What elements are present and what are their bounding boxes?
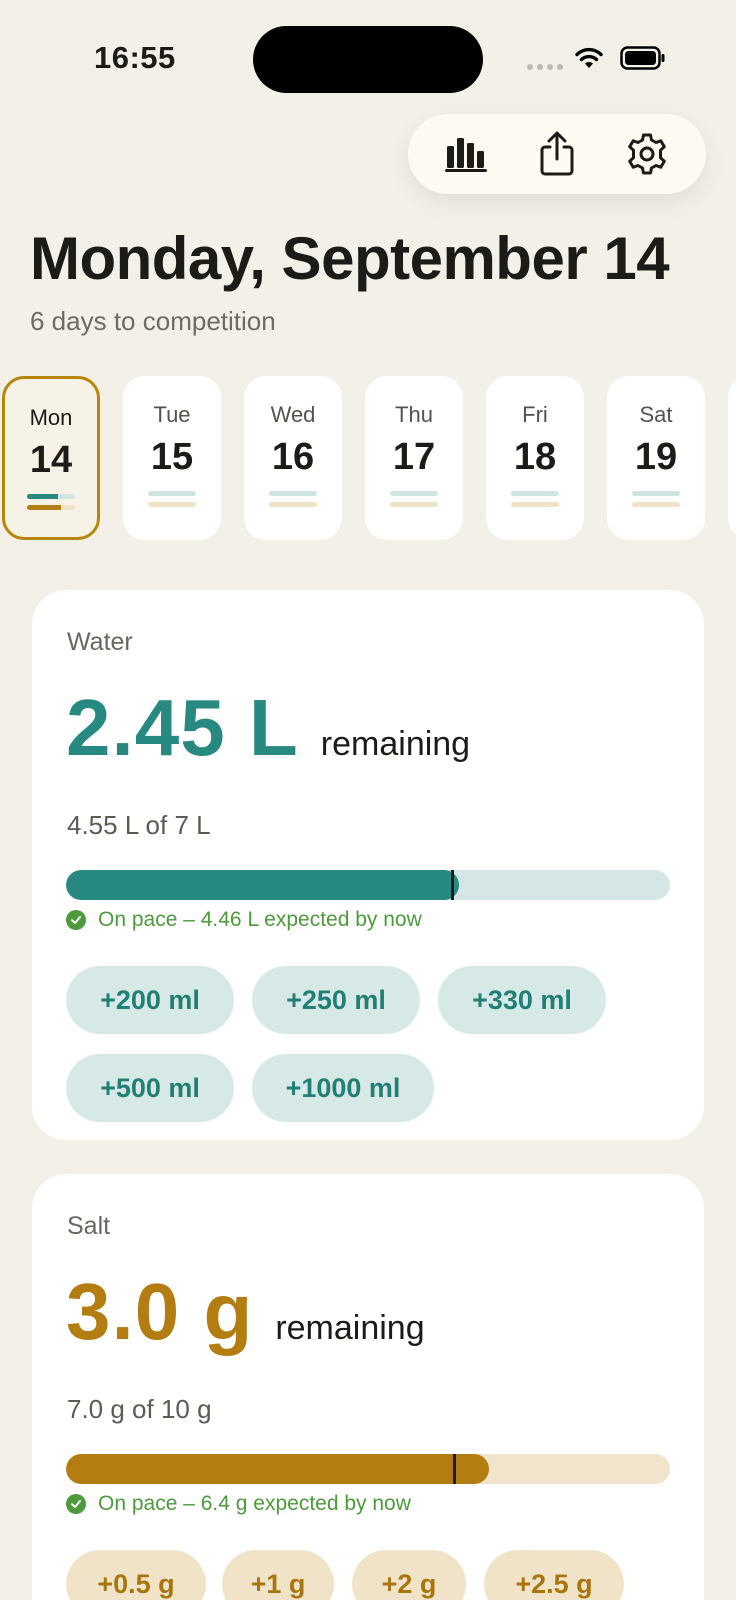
add-water-250-button[interactable]: +250 ml: [252, 966, 420, 1034]
day-fri-18[interactable]: Fri 18: [486, 376, 584, 540]
day-sat-19[interactable]: Sat 19: [607, 376, 705, 540]
water-remaining-value: 2.45 L: [66, 683, 299, 772]
day-water-bar: [148, 491, 196, 496]
status-time: 16:55: [94, 40, 176, 75]
day-name: Fri: [522, 402, 548, 427]
salt-remaining-value: 3.0 g: [66, 1267, 254, 1356]
add-salt-2-button[interactable]: +2 g: [352, 1550, 466, 1600]
water-pace-status: On pace – 4.46 L expected by now: [66, 908, 422, 932]
bar-chart-icon: [445, 138, 487, 172]
salt-label: Salt: [67, 1212, 111, 1240]
page-title: Monday, September 14: [30, 225, 670, 292]
day-number: 19: [634, 436, 678, 478]
salt-expected-marker: [452, 1454, 456, 1484]
water-remaining-suffix: remaining: [320, 725, 471, 763]
day-name: Wed: [270, 402, 316, 427]
day-water-bar: [27, 494, 75, 499]
salt-progress-fill: [66, 1454, 489, 1484]
cellular-signal-icon: [527, 64, 563, 70]
day-salt-bar: [390, 502, 438, 507]
water-progress-bar: [66, 870, 670, 900]
salt-card: Salt 3.0 g remaining 7.0 g of 10 g On pa…: [32, 1174, 704, 1600]
day-salt-bar: [148, 502, 196, 507]
salt-remaining-row: 3.0 g remaining: [66, 1266, 425, 1358]
add-salt-1-button[interactable]: +1 g: [222, 1550, 334, 1600]
salt-progress-bar: [66, 1454, 670, 1484]
day-next-partial[interactable]: [728, 376, 736, 540]
day-tue-15[interactable]: Tue 15: [123, 376, 221, 540]
day-name: Thu: [395, 402, 433, 427]
day-name: Tue: [153, 402, 191, 427]
day-water-bar: [632, 491, 680, 496]
day-number: 15: [150, 436, 194, 478]
day-number: 18: [513, 436, 557, 478]
salt-amount: 7.0 g of 10 g: [67, 1394, 212, 1424]
share-icon: [540, 131, 574, 176]
water-remaining-row: 2.45 L remaining: [66, 682, 470, 774]
day-water-bar: [511, 491, 559, 496]
dynamic-island: [253, 26, 483, 93]
salt-remaining-suffix: remaining: [275, 1309, 425, 1347]
share-button[interactable]: [525, 122, 589, 186]
day-progress: [632, 491, 680, 513]
battery-icon: [620, 46, 666, 75]
water-expected-marker: [450, 870, 454, 900]
screen: 16:55 Monday, September 14 6 days to com…: [0, 0, 736, 1600]
add-water-200-button[interactable]: +200 ml: [66, 966, 234, 1034]
salt-pace-text: On pace – 6.4 g expected by now: [98, 1492, 411, 1515]
day-salt-bar: [27, 505, 75, 510]
day-number: 14: [29, 439, 73, 481]
water-pace-text: On pace – 4.46 L expected by now: [98, 908, 422, 931]
add-water-330-button[interactable]: +330 ml: [438, 966, 606, 1034]
settings-button[interactable]: [615, 122, 679, 186]
water-progress-fill: [66, 870, 459, 900]
add-salt-0-5-button[interactable]: +0.5 g: [66, 1550, 206, 1600]
day-progress: [390, 491, 438, 513]
day-progress: [148, 491, 196, 513]
day-number: 16: [271, 436, 315, 478]
day-wed-16[interactable]: Wed 16: [244, 376, 342, 540]
day-water-bar: [269, 491, 317, 496]
days-to-competition: 6 days to competition: [30, 306, 276, 336]
day-number: 17: [392, 436, 436, 478]
day-water-bar: [390, 491, 438, 496]
check-circle-icon: [66, 1494, 86, 1514]
day-salt-bar: [511, 502, 559, 507]
add-salt-2-5-button[interactable]: +2.5 g: [484, 1550, 624, 1600]
day-mon-14[interactable]: Mon 14: [2, 376, 100, 540]
salt-pace-status: On pace – 6.4 g expected by now: [66, 1492, 411, 1516]
day-strip: Mon 14 Tue 15 Wed 16 Thu 17 Fri 18 Sat 1…: [0, 376, 736, 544]
day-salt-bar: [269, 502, 317, 507]
add-water-1000-button[interactable]: +1000 ml: [252, 1054, 434, 1122]
day-salt-bar: [632, 502, 680, 507]
water-label: Water: [67, 628, 133, 656]
day-name: Sat: [639, 402, 673, 427]
day-progress: [269, 491, 317, 513]
top-toolbar: [408, 114, 706, 194]
water-card: Water 2.45 L remaining 4.55 L of 7 L On …: [32, 590, 704, 1140]
stats-button[interactable]: [435, 122, 499, 186]
day-thu-17[interactable]: Thu 17: [365, 376, 463, 540]
day-name: Mon: [29, 405, 73, 430]
add-water-500-button[interactable]: +500 ml: [66, 1054, 234, 1122]
wifi-icon: [574, 46, 604, 75]
check-circle-icon: [66, 910, 86, 930]
day-progress: [511, 491, 559, 513]
settings-gear-icon: [628, 133, 666, 175]
day-progress: [27, 494, 75, 516]
water-amount: 4.55 L of 7 L: [67, 810, 211, 840]
